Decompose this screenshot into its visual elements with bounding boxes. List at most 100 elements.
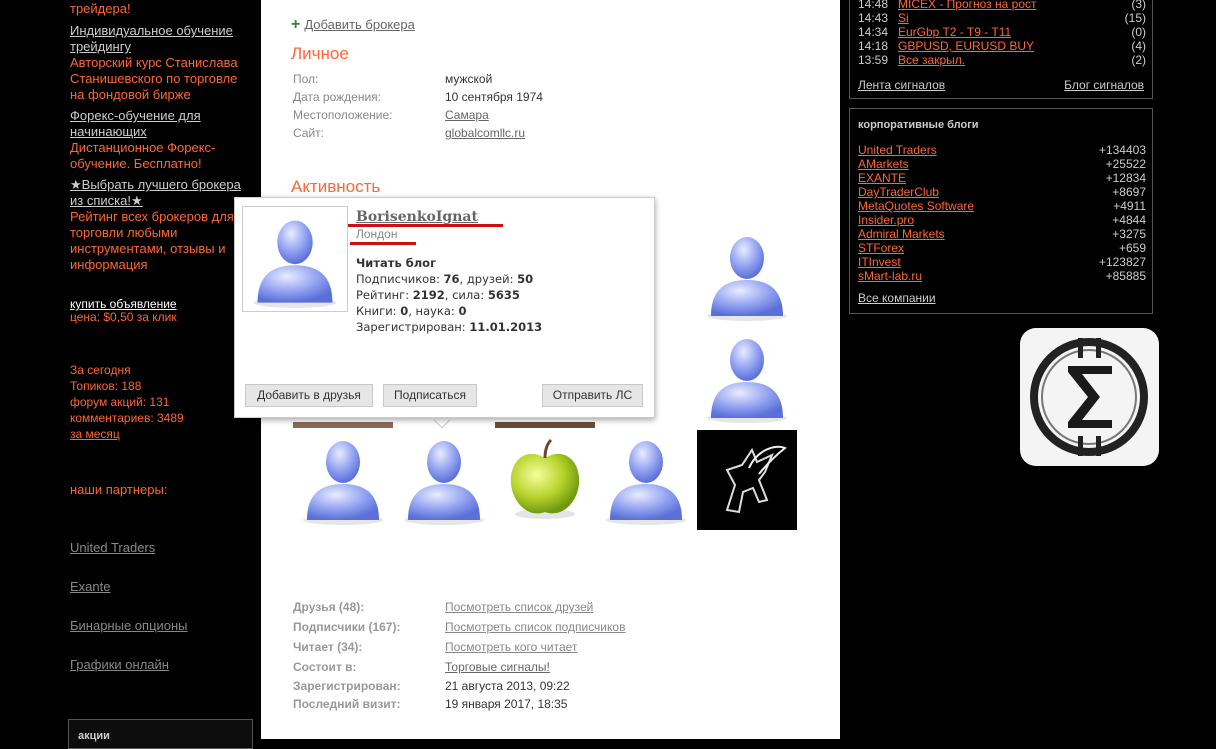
signal-row: 13:59 Все закрыл. (2): [858, 53, 1146, 67]
personal-section-title: Личное: [291, 44, 349, 63]
birthdate-value: 10 сентября 1974: [445, 90, 543, 104]
corp-blog-link[interactable]: STForex: [858, 241, 904, 255]
birthdate-label: Дата рождения:: [293, 90, 381, 104]
corp-blog-row: AMarkets +25522: [858, 157, 1146, 171]
signal-link[interactable]: Si: [898, 11, 909, 25]
user-popup-card: BorisenkoIgnat Лондон Читать блог Подпис…: [234, 197, 655, 418]
gender-label: Пол:: [293, 72, 319, 86]
corp-blog-row: sMart-lab.ru +85885: [858, 269, 1146, 283]
corp-blog-link[interactable]: Admiral Markets: [858, 227, 945, 241]
corp-blog-row: Insider.pro +4844: [858, 213, 1146, 227]
signal-row: 14:48 MICEX - Прогноз на рост (3): [858, 0, 1146, 11]
site-link[interactable]: globalcomllc.ru: [445, 126, 525, 140]
site-label: Сайт:: [293, 126, 325, 140]
send-message-button[interactable]: Отправить ЛС: [542, 384, 643, 407]
registered-label: Зарегистрирован:: [293, 679, 401, 693]
signals-box: 14:48 MICEX - Прогноз на рост (3) 14:43 Si(…: [849, 0, 1153, 99]
popup-city: Лондон: [356, 227, 398, 241]
partner-link[interactable]: United Traders: [70, 540, 155, 556]
sigma-logo[interactable]: [1020, 328, 1159, 466]
signal-link[interactable]: Все закрыл.: [898, 53, 965, 67]
popup-subs-friends: Подписчиков: 76, друзей: 50: [356, 272, 534, 286]
group-link[interactable]: Торговые сигналы!: [445, 660, 550, 674]
promo-link-training[interactable]: Индивидуальное обучение трейдингу: [70, 23, 245, 55]
popup-rating-power: Рейтинг: 2192, сила: 5635: [356, 288, 520, 302]
add-broker-link[interactable]: + Добавить брокера: [291, 16, 415, 34]
red-underline-mark: [350, 242, 416, 245]
forum-count: форум акций: 131: [70, 395, 170, 409]
corp-blog-row: EXANTE +12834: [858, 171, 1146, 185]
corp-blog-row: Admiral Markets +3275: [858, 227, 1146, 241]
view-friends-link[interactable]: Посмотреть список друзей: [445, 600, 593, 614]
partner-link[interactable]: Бинарные опционы: [70, 618, 188, 634]
read-blog-label[interactable]: Читать блог: [356, 256, 436, 270]
promo-text: Дистанционное Форекс-обучение. Бесплатно…: [70, 140, 216, 171]
corp-blog-row: STForex +659: [858, 241, 1146, 255]
friend-avatar-apple[interactable]: [495, 428, 595, 528]
friend-avatar[interactable]: [697, 224, 797, 324]
corp-blog-link[interactable]: MetaQuotes Software: [858, 199, 974, 213]
signal-row: 14:18 GBPUSD, EURUSD BUY (4): [858, 39, 1146, 53]
partner-link[interactable]: Графики онлайн: [70, 657, 169, 673]
friend-avatar[interactable]: [293, 428, 393, 528]
promo-link-forex[interactable]: Форекс-обучение для начинающих: [70, 108, 245, 140]
corp-blog-link[interactable]: Insider.pro: [858, 213, 914, 227]
signal-row: 14:34 EurGbp T2 - T9 - T11 (0): [858, 25, 1146, 39]
friend-avatar[interactable]: [697, 326, 797, 426]
topics-count: Топиков: 188: [70, 379, 142, 393]
comments-count: комментариев: 3489: [70, 411, 184, 425]
partners-title: наши партнеры:: [70, 482, 168, 497]
activity-section-title: Активность: [291, 177, 381, 196]
promo-link-brokers[interactable]: ★Выбрать лучшего брокера из списка!★: [70, 177, 245, 209]
registered-value: 21 августа 2013, 09:22: [445, 679, 570, 693]
signal-link[interactable]: EurGbp T2 - T9 - T11: [898, 25, 1011, 39]
partner-link[interactable]: Exante: [70, 579, 110, 595]
corporate-blogs-box: корпоративные блоги United Traders +13440…: [849, 108, 1153, 314]
add-friend-button[interactable]: Добавить в друзья: [245, 384, 373, 407]
popup-books-science: Книги: 0, наука: 0: [356, 304, 467, 318]
add-broker-label: Добавить брокера: [304, 17, 415, 32]
friend-avatar[interactable]: [596, 428, 696, 528]
month-link[interactable]: за месяц: [70, 426, 245, 442]
corp-blog-link[interactable]: DayTraderClub: [858, 185, 939, 199]
corp-blog-row: MetaQuotes Software +4911: [858, 199, 1146, 213]
plus-icon: +: [291, 16, 301, 33]
corporate-blogs-title: корпоративные блоги: [858, 119, 979, 131]
all-companies-link[interactable]: Все компании: [858, 291, 936, 305]
friend-avatar[interactable]: [394, 428, 494, 528]
signals-blog-link[interactable]: Блог сигналов: [1064, 78, 1144, 92]
location-label: Местоположение:: [293, 108, 393, 122]
subscribers-count-label: Подписчики (167):: [293, 620, 401, 634]
location-link[interactable]: Самара: [445, 108, 489, 122]
stocks-box: акции: [68, 719, 253, 749]
reads-count-label: Читает (34):: [293, 640, 363, 654]
corp-blog-link[interactable]: ITInvest: [858, 255, 901, 269]
popup-avatar[interactable]: [242, 206, 348, 312]
ad-price: цена: $0,50 за клик: [70, 310, 177, 324]
signal-link[interactable]: GBPUSD, EURUSD BUY: [898, 39, 1034, 53]
last-visit-value: 19 января 2017, 18:35: [445, 697, 568, 711]
today-label: За сегодня: [70, 363, 131, 377]
friends-count-label: Друзья (48):: [293, 600, 365, 614]
gender-value: мужской: [445, 72, 493, 86]
signals-feed-link[interactable]: Лента сигналов: [858, 78, 945, 92]
promo-text: трейдера!: [70, 1, 131, 16]
subscribe-button[interactable]: Подписаться: [383, 384, 477, 407]
popup-username-link[interactable]: BorisenkoIgnat: [356, 209, 478, 225]
member-of-label: Состоит в:: [293, 660, 357, 674]
corp-blog-row: ITInvest +123827: [858, 255, 1146, 269]
signal-link[interactable]: MICEX - Прогноз на рост: [898, 0, 1037, 11]
corp-blog-row: United Traders +134403: [858, 143, 1146, 157]
view-subscribers-link[interactable]: Посмотреть список подписчиков: [445, 620, 625, 634]
promo-text: Авторский курс Станислава Станишевского …: [70, 55, 238, 102]
view-reading-link[interactable]: Посмотреть кого читает: [445, 640, 577, 654]
signal-row: 14:43 Si (15): [858, 11, 1146, 25]
corp-blog-link[interactable]: EXANTE: [858, 171, 906, 185]
popup-registered: Зарегистрирован: 11.01.2013: [356, 320, 543, 334]
corp-blog-link[interactable]: AMarkets: [858, 157, 909, 171]
last-visit-label: Последний визит:: [293, 697, 401, 711]
corp-blog-link[interactable]: United Traders: [858, 143, 937, 157]
corp-blog-row: DayTraderClub +8697: [858, 185, 1146, 199]
friend-avatar-pegasus[interactable]: [697, 430, 797, 530]
corp-blog-link[interactable]: sMart-lab.ru: [858, 269, 922, 283]
